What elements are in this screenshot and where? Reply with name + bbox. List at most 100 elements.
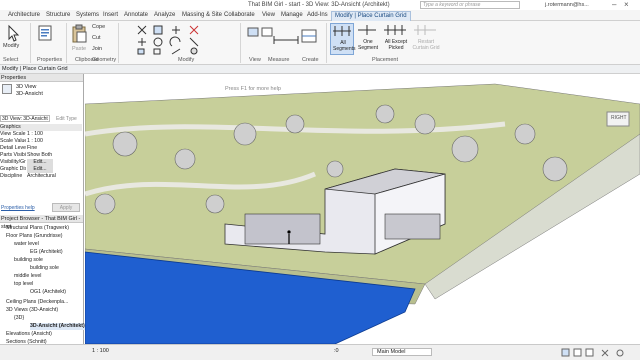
prop-row: Scale Value 1 : 100 [0,138,43,144]
tab-add-ins[interactable]: Add-Ins [307,11,328,21]
prop-row: Detail Level Fine [0,145,38,151]
modify-tools-icons[interactable] [136,24,232,56]
tree-item[interactable]: 3D Views (3D-Ansicht) [6,307,58,314]
search-input[interactable]: Type a keyword or phrase [420,1,520,9]
properties-table: Graphics View Scale 1 : 100 Scale Value 1 … [0,124,82,188]
tree-item[interactable]: Ceiling Plans (Deckenpla... [6,299,68,306]
properties-help-link[interactable]: Properties help [1,205,35,211]
select-panel-label: Select [3,57,19,63]
modify-panel-label: Modify [178,57,195,63]
split-icon [171,48,181,55]
paste-icon [72,24,87,43]
tab-massing-site[interactable]: Massing & Site [182,11,222,21]
type-selector[interactable]: 3D View: 3D-Ansicht [0,115,50,122]
offset-icon [153,25,163,35]
join-button[interactable]: Join [92,46,102,52]
tab-annotate[interactable]: Annotate [124,11,148,21]
user-name[interactable]: j.rotermann@hs... [545,2,589,8]
edit-type-button[interactable]: Edit Type [56,116,77,122]
cursor-arrow-icon [8,24,20,42]
title-bar: That BIM Girl - start - 3D View: 3D-Ansi… [0,0,640,10]
rotate-icon [169,36,181,47]
project-browser-tree: Structural Plans (Tragwerk) Floor Plans … [0,225,85,360]
tree-item[interactable]: water level [14,241,39,248]
tab-insert[interactable]: Insert [103,11,118,21]
restart-grid-icon [414,25,436,35]
trim-icon [189,37,199,47]
copy-icon [153,37,163,47]
options-bar-context: Modify | Place Curtain Grid [2,66,68,72]
prop-row: Graphic Displa...Edit... [0,166,82,173]
tab-collaborate[interactable]: Collaborate [224,11,255,21]
window-title: That BIM Girl - start - 3D View: 3D-Ansi… [248,2,390,8]
type-sub: 3D-Ansicht [16,91,43,97]
tab-structure[interactable]: Structure [46,11,70,21]
paste-label[interactable]: Paste [72,46,86,52]
3d-viewport[interactable]: RIGHT Press F1 for more help [85,74,640,344]
modify-label: Modify [3,43,20,49]
modify-button[interactable] [4,24,22,42]
tab-analyze[interactable]: Analyze [154,11,175,21]
properties-header: Properties [0,74,83,82]
left-panel: Properties 3D View 3D-Ansicht 3D View: 3… [0,74,85,360]
active-workset[interactable]: Main Model [372,348,432,356]
one-segment-button[interactable]: One Segment [356,23,380,55]
properties-panel-label: Properties [37,57,63,63]
all-segments-button[interactable]: All Segments [330,23,356,55]
placement-panel-label: Placement [372,57,398,63]
tree-item[interactable]: OG1 (Architekt) [30,289,66,296]
tab-architecture[interactable]: Architecture [8,11,40,21]
tree-item-active[interactable]: 3D-Ansicht (Architekt) [30,323,85,330]
building-opening [244,213,321,245]
prop-row: View Scale 1 : 100 [0,131,43,137]
restart-curtain-grid-button[interactable]: Restart Curtain Grid [412,23,440,55]
tree-item[interactable]: building sole [30,265,59,272]
all-except-picked-button[interactable]: All Except Picked [382,23,410,55]
options-bar: Modify | Place Curtain Grid [0,65,640,74]
prop-row: Discipline Architectural [0,173,56,179]
view-scale[interactable]: 1 : 100 [92,348,109,354]
cut-button[interactable]: Cut [92,35,101,41]
properties-button[interactable] [36,24,54,42]
tree-item[interactable]: building sole [14,257,43,264]
status-counter: :0 [334,348,339,354]
prop-row: Graphics [0,124,82,131]
project-browser-header: Project Browser - That BIM Girl - start [0,215,83,230]
grid-one-icon [358,25,376,35]
grid-all-icon [333,26,351,36]
tab-manage[interactable]: Manage [281,11,303,21]
type-name: 3D View [16,84,37,90]
close-icon[interactable]: × [624,0,629,9]
building-opening [384,213,441,240]
tree-item[interactable]: EG (Architekt) [30,249,63,256]
array-icon [137,48,145,55]
divider [118,23,119,63]
viewcube-label[interactable]: RIGHT [611,115,627,121]
status-bar: 1 : 100 Main Model :0 [0,344,640,360]
prop-row: Visibility/Grap...Edit... [0,159,82,166]
tree-item[interactable]: top level [14,281,33,288]
tree-item[interactable]: Structural Plans (Tragwerk) [6,225,69,232]
tab-view[interactable]: View [262,11,275,21]
tree-item[interactable]: middle level [14,273,41,280]
minimize-icon[interactable]: – [612,0,616,9]
prop-row: Parts VisibilityShow Both [0,152,53,158]
tree-item[interactable]: Floor Plans (Grundrisse) [6,233,63,240]
create-panel-label: Create [302,57,319,63]
divider [66,23,67,63]
apply-button[interactable]: Apply [52,203,80,212]
divider [326,23,327,63]
ribbon: Modify Select Properties Paste Cope Cut … [0,21,640,65]
tab-systems[interactable]: Systems [76,11,99,21]
paste-button[interactable] [70,24,88,46]
tree-item[interactable]: {3D} [14,315,24,322]
ribbon-tabs: Architecture Structure Systems Insert An… [0,10,640,21]
geometry-panel-label: Geometry [92,57,117,63]
grid-except-icon [384,25,406,35]
cope-button[interactable]: Cope [92,24,105,30]
tree-item[interactable]: Elevations (Ansicht) [6,331,52,338]
create-icon[interactable] [298,26,322,48]
tab-modify-place-curtain-grid[interactable]: Modify | Place Curtain Grid [331,11,411,21]
status-icons[interactable] [560,348,630,358]
scale-icon [153,48,161,55]
